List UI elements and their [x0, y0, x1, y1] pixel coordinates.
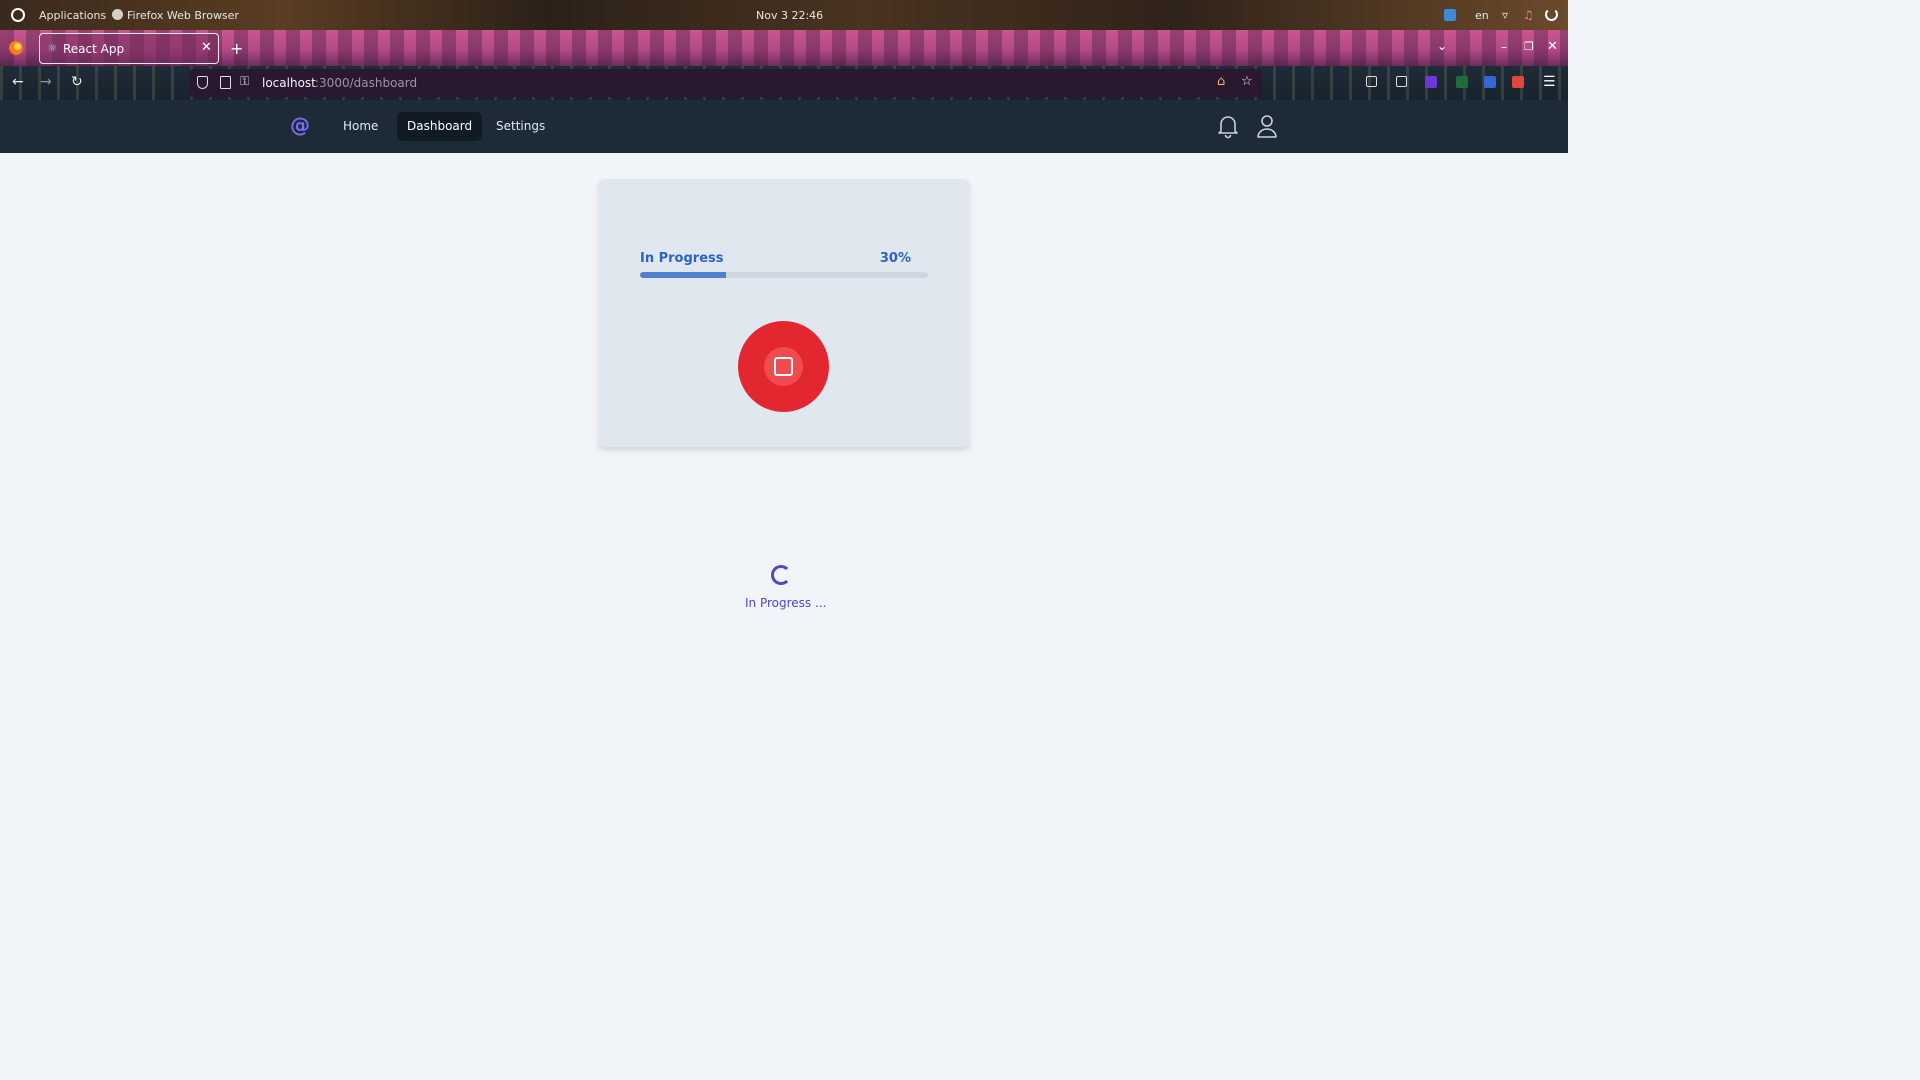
new-tab-button[interactable]: +	[230, 39, 243, 58]
language-indicator[interactable]: en	[1475, 9, 1489, 22]
stop-button[interactable]	[738, 321, 829, 412]
close-tab-icon[interactable]: ✕	[201, 40, 212, 55]
forward-arrow-icon[interactable]: →	[40, 74, 52, 90]
volume-icon[interactable]: ♫	[1523, 8, 1534, 22]
extension-red-icon[interactable]	[1512, 76, 1524, 88]
progress-percent: 30%	[879, 251, 911, 266]
chevron-down-icon[interactable]: ⌄	[1437, 39, 1447, 53]
shield-icon[interactable]	[197, 76, 208, 89]
power-icon[interactable]	[1545, 8, 1558, 21]
active-app-label[interactable]: Firefox Web Browser	[127, 9, 239, 22]
minimize-icon[interactable]: –	[1501, 40, 1507, 54]
back-arrow-icon[interactable]: ←	[12, 74, 24, 90]
progress-bar	[640, 272, 928, 278]
extension-blue-icon[interactable]	[1484, 76, 1496, 88]
loading-status-text: In Progress ...	[745, 596, 827, 610]
nav-home[interactable]: Home	[333, 112, 388, 141]
home-icon[interactable]: ⌂	[1217, 74, 1225, 89]
maximize-icon[interactable]: ❐	[1524, 40, 1534, 53]
react-icon: ⚛	[47, 41, 58, 55]
progress-bar-fill	[640, 272, 727, 278]
browser-nav-bar: ← → ↻ ⚿ localhost :3000/dashboard ⌂ ☆ ☰	[0, 66, 1568, 100]
wifi-icon[interactable]: ▿	[1502, 8, 1508, 22]
nav-settings[interactable]: Settings	[486, 112, 555, 141]
url-bar[interactable]: ⚿ localhost :3000/dashboard ⌂ ☆	[189, 69, 1262, 97]
stop-button-inner	[764, 347, 803, 386]
key-icon[interactable]: ⚿	[240, 74, 249, 89]
brand-logo[interactable]: @	[290, 113, 310, 137]
browser-tab[interactable]: ⚛ React App ✕	[39, 33, 219, 64]
user-icon[interactable]	[1255, 113, 1279, 143]
bookmark-star-icon[interactable]: ☆	[1241, 74, 1253, 89]
loading-spinner-icon	[771, 565, 791, 585]
progress-card: In Progress 30%	[599, 179, 969, 447]
app-header: @ Home Dashboard Settings	[0, 100, 1568, 153]
clock[interactable]: Nov 3 22:46	[756, 9, 823, 22]
extension-purple-icon[interactable]	[1425, 76, 1437, 88]
activities-icon[interactable]	[11, 8, 25, 22]
applications-menu[interactable]: Applications	[39, 9, 106, 22]
tab-title: React App	[63, 42, 125, 56]
close-window-icon[interactable]: ✕	[1547, 39, 1558, 54]
extensions-icon[interactable]	[1396, 76, 1407, 87]
nav-dashboard[interactable]: Dashboard	[397, 112, 483, 141]
download-indicator-icon[interactable]	[1444, 9, 1456, 21]
progress-status-label: In Progress	[640, 251, 724, 266]
os-top-bar: Applications Firefox Web Browser Nov 3 2…	[0, 0, 1568, 30]
browser-tab-strip: ⚛ React App ✕ + ⌄ – ❐ ✕	[0, 30, 1568, 66]
extension-green-icon[interactable]	[1456, 76, 1468, 88]
url-host: localhost	[262, 76, 316, 90]
bell-icon[interactable]	[1216, 113, 1240, 143]
firefox-icon	[112, 9, 123, 20]
reload-icon[interactable]: ↻	[71, 74, 83, 90]
firefox-logo-icon[interactable]	[9, 41, 23, 55]
page-info-icon[interactable]	[220, 76, 231, 89]
pocket-icon[interactable]	[1366, 76, 1377, 87]
stop-icon	[774, 357, 793, 376]
url-path: :3000/dashboard	[315, 76, 418, 90]
hamburger-menu-icon[interactable]: ☰	[1543, 74, 1556, 90]
